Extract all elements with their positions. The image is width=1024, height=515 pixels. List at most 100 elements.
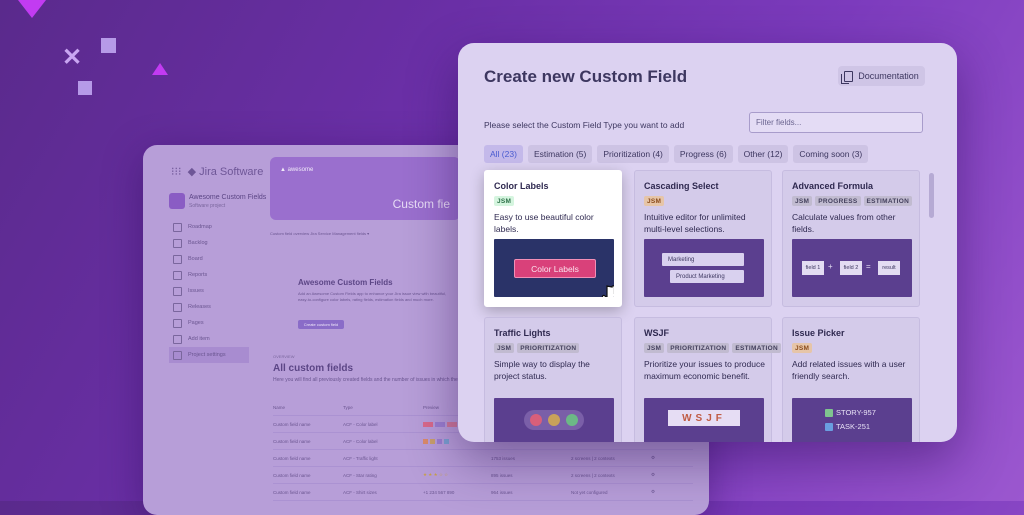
field-card-wsjf[interactable]: WSJF JSM PRIORITIZATION ESTIMATION Prior… — [634, 317, 781, 442]
hand-cursor-icon — [601, 285, 614, 297]
badge-prioritization: PRIORITIZATION — [667, 343, 730, 353]
plus-icon: + — [828, 262, 833, 271]
cascading-level-2: Product Marketing — [670, 270, 744, 283]
badge-jsm: JSM — [644, 196, 665, 206]
field-card-color-labels[interactable]: Color Labels JSM Easy to use beautiful c… — [484, 170, 622, 307]
decorative-square — [78, 81, 92, 95]
formula-result: result — [878, 261, 900, 275]
tab-estimation[interactable]: Estimation (5) — [527, 145, 593, 163]
issue-task: TASK-251 — [825, 422, 870, 431]
project-avatar — [169, 193, 185, 209]
create-custom-field-modal: Create new Custom Field Documentation Pl… — [458, 43, 957, 442]
documentation-icon — [841, 70, 854, 84]
nav-item-backlog[interactable]: Backlog — [173, 235, 249, 251]
banner-title: Custom fie — [392, 197, 450, 211]
tab-prioritization[interactable]: Prioritization (4) — [597, 145, 669, 163]
decorative-triangle — [152, 63, 168, 75]
filter-fields-input[interactable] — [749, 112, 923, 133]
all-custom-fields-title: All custom fields — [273, 363, 354, 374]
wsjf-preview: WSJF — [668, 410, 740, 426]
nav-item-releases[interactable]: Releases — [173, 299, 249, 315]
issues-icon — [173, 286, 182, 296]
card-badges: JSM PRIORITIZATION — [494, 343, 580, 353]
board-icon — [173, 254, 182, 264]
add-icon — [173, 334, 182, 344]
intro-text: Add an Awesome Custom Fields app to enha… — [298, 291, 447, 302]
nav-item-project-settings[interactable]: Project settings — [169, 347, 249, 363]
card-preview — [494, 398, 614, 442]
modal-title: Create new Custom Field — [484, 67, 688, 86]
grid-scrollbar[interactable] — [929, 173, 934, 218]
badge-progress: PROGRESS — [815, 196, 861, 206]
overview-label: OVERVIEW — [273, 354, 295, 359]
category-tabs: All (23) Estimation (5) Prioritization (… — [484, 145, 869, 163]
tab-coming-soon[interactable]: Coming soon (3) — [793, 145, 869, 163]
yellow-light — [548, 414, 560, 426]
field-card-issue-picker[interactable]: Issue Picker JSM Add related issues with… — [782, 317, 920, 442]
badge-jsm: JSM — [494, 196, 515, 206]
nav-item-issues[interactable]: Issues — [173, 283, 249, 299]
nav-item-roadmap[interactable]: Roadmap — [173, 219, 249, 235]
nav-item-reports[interactable]: Reports — [173, 267, 249, 283]
card-description: Intuitive editor for unlimited multi-lev… — [644, 212, 746, 234]
badge-jsm: JSM — [644, 343, 665, 353]
nav-item-add-item[interactable]: Add item — [173, 331, 249, 347]
table-row[interactable]: Custom field name ACF - Star rating ★ ★ ★ … — [273, 467, 693, 484]
card-title: Advanced Formula — [792, 181, 874, 191]
card-badges: JSM — [494, 196, 515, 206]
decorative-square — [101, 38, 116, 53]
story-icon — [825, 408, 833, 417]
badge-estimation: ESTIMATION — [863, 196, 913, 206]
select-prompt: Please select the Custom Field Type you … — [484, 120, 685, 130]
badge-jsm: JSM — [792, 196, 813, 206]
card-preview: field 1 + field 2 = result — [792, 239, 912, 297]
card-description: Prioritize your issues to produce maximu… — [644, 359, 765, 381]
jira-tabs[interactable]: Custom field overview Jira Service Manag… — [270, 231, 369, 236]
settings-icon — [173, 350, 182, 360]
issue-story: STORY-957 — [825, 408, 876, 417]
card-title: WSJF — [644, 328, 670, 338]
card-title: Cascading Select — [644, 181, 719, 191]
table-row[interactable]: Custom field name ACF - Shirt sizes +1 234… — [273, 484, 693, 501]
reports-icon — [173, 270, 182, 280]
card-description: Easy to use beautiful color labels. — [494, 212, 594, 234]
table-row[interactable]: Custom field name ACF - Traffic light 1753… — [273, 450, 693, 467]
nav-item-board[interactable]: Board — [173, 251, 249, 267]
jira-sidebar: Awesome Custom Fields Software project R… — [143, 193, 266, 515]
documentation-button[interactable]: Documentation — [838, 66, 925, 86]
jira-nav: Roadmap Backlog Board Reports Issues Rel… — [169, 219, 249, 363]
project-name: Awesome Custom Fields — [189, 194, 267, 201]
card-badges: JSM — [792, 343, 813, 353]
card-preview: WSJF — [644, 398, 764, 442]
badge-jsm: JSM — [792, 343, 813, 353]
field-card-traffic-lights[interactable]: Traffic Lights JSM PRIORITIZATION Simple… — [484, 317, 622, 442]
color-label-preview: Color Labels — [514, 259, 596, 278]
card-preview: Marketing Product Marketing — [644, 239, 764, 297]
documentation-label: Documentation — [858, 71, 919, 81]
field-card-cascading-select[interactable]: Cascading Select JSM Intuitive editor fo… — [634, 170, 772, 307]
card-badges: JSM — [644, 196, 665, 206]
card-description: Add related issues with a user friendly … — [792, 359, 906, 381]
card-badges: JSM PROGRESS ESTIMATION — [792, 196, 913, 206]
cascading-level-1: Marketing — [662, 253, 744, 266]
badge-prioritization: PRIORITIZATION — [517, 343, 580, 353]
tab-other[interactable]: Other (12) — [737, 145, 789, 163]
backlog-icon — [173, 238, 182, 248]
banner-logo: ▲ awesome — [280, 167, 314, 173]
formula-field-2: field 2 — [840, 261, 862, 275]
tab-all[interactable]: All (23) — [484, 145, 523, 163]
field-card-advanced-formula[interactable]: Advanced Formula JSM PROGRESS ESTIMATION… — [782, 170, 920, 307]
tab-progress[interactable]: Progress (6) — [673, 145, 733, 163]
nav-item-pages[interactable]: Pages — [173, 315, 249, 331]
badge-estimation: ESTIMATION — [732, 343, 781, 353]
red-light — [530, 414, 542, 426]
green-light — [566, 414, 578, 426]
card-preview: Color Labels — [494, 239, 614, 297]
project-subtitle: Software project — [189, 203, 226, 209]
create-custom-field-button[interactable]: Create custom field — [298, 320, 344, 329]
card-title: Traffic Lights — [494, 328, 551, 338]
decorative-triangle — [18, 0, 46, 18]
card-title: Color Labels — [494, 181, 549, 191]
card-badges: JSM PRIORITIZATION ESTIMATION — [644, 343, 781, 353]
card-title: Issue Picker — [792, 328, 845, 338]
